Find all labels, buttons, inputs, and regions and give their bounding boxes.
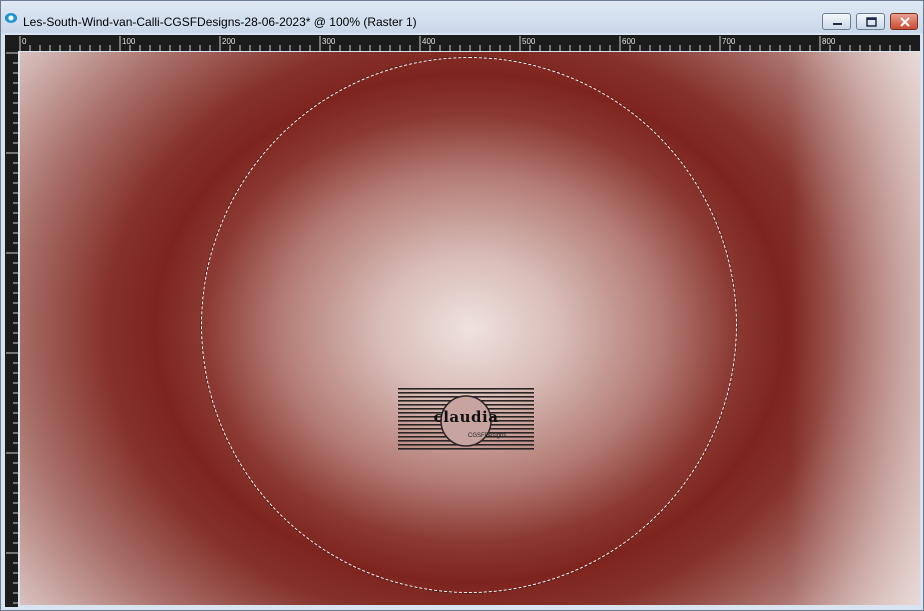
- maximize-button[interactable]: [856, 13, 885, 30]
- horizontal-ruler[interactable]: 0 100 200 300 400 500 600 700 800: [18, 35, 920, 51]
- claudia-watermark: claudia CGSFDesigns: [398, 386, 534, 452]
- ruler-label: 100: [122, 37, 136, 46]
- watermark-subtext: CGSFDesigns: [468, 433, 507, 439]
- app-eye-icon: [5, 13, 17, 23]
- ruler-label: 400: [422, 37, 436, 46]
- title-bar[interactable]: Les-South-Wind-van-Calli-CGSFDesigns-28-…: [1, 1, 923, 33]
- gradient-fade: [790, 52, 920, 605]
- ruler-label: 800: [822, 37, 836, 46]
- ruler-label: 300: [322, 37, 336, 46]
- close-button[interactable]: [890, 13, 918, 30]
- ruler-label: 700: [722, 37, 736, 46]
- close-icon: [900, 17, 910, 27]
- restore-icon: [866, 17, 877, 27]
- minimize-icon: [833, 23, 842, 25]
- circular-selection-marquee[interactable]: [201, 57, 737, 593]
- ruler-label: 500: [522, 37, 536, 46]
- ruler-corner: [5, 35, 18, 51]
- document-window: Les-South-Wind-van-Calli-CGSFDesigns-28-…: [0, 0, 924, 611]
- minimize-button[interactable]: [822, 13, 851, 30]
- ruler-label: 200: [222, 37, 236, 46]
- watermark-text: claudia: [433, 408, 499, 426]
- image-canvas[interactable]: claudia CGSFDesigns: [20, 52, 920, 605]
- ruler-label: 0: [22, 37, 27, 46]
- window-title: Les-South-Wind-van-Calli-CGSFDesigns-28-…: [23, 15, 417, 29]
- vertical-ruler[interactable]: [5, 51, 18, 607]
- ruler-label: 600: [622, 37, 636, 46]
